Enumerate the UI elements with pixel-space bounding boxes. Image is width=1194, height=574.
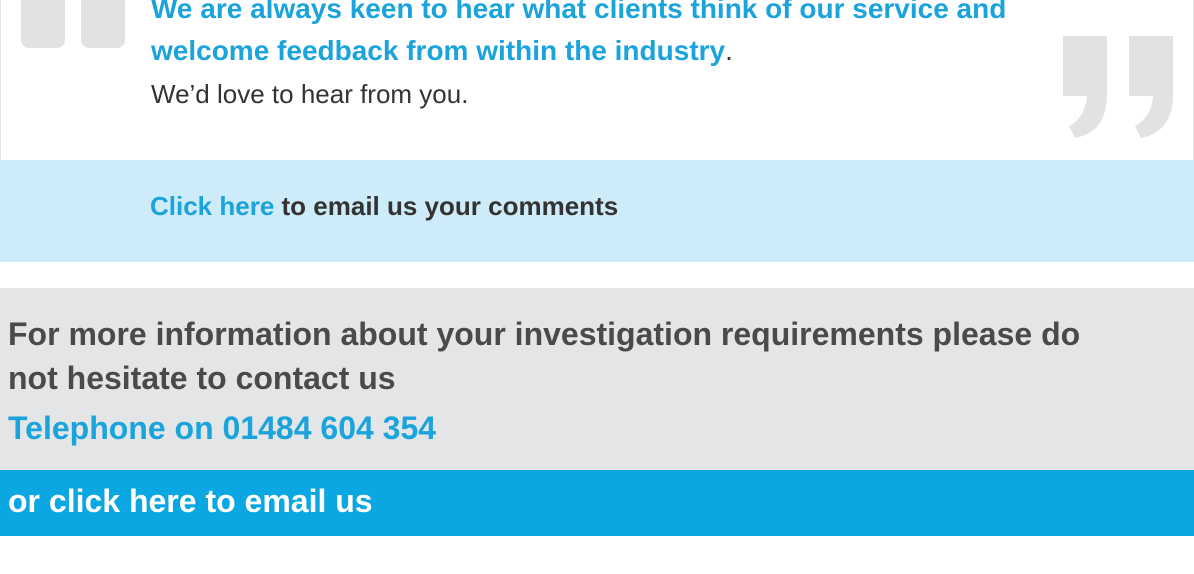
telephone-link[interactable]: Telephone on 01484 604 354	[8, 406, 436, 450]
email-us-link[interactable]: or click here to email us	[8, 479, 373, 523]
feedback-sub-text: We’d love to hear from you.	[151, 79, 469, 109]
comments-line: Click here to email us your comments	[150, 188, 618, 224]
page: We are always keen to hear what clients …	[0, 0, 1194, 574]
close-quote-icon	[1063, 36, 1175, 140]
close-quote-svg	[1063, 36, 1173, 138]
contact-info-text: For more information about your investig…	[8, 316, 1081, 396]
open-quote-icon	[21, 0, 131, 56]
comments-rest-text: to email us your comments	[274, 191, 619, 221]
close-quote-mark-right	[1129, 36, 1173, 138]
feedback-lead-punct: .	[725, 35, 733, 66]
feedback-lead-text: We are always keen to hear what clients …	[151, 0, 1111, 72]
close-quote-mark-left	[1063, 36, 1107, 138]
click-here-link[interactable]: Click here	[150, 191, 274, 221]
feedback-panel: We are always keen to hear what clients …	[0, 0, 1194, 160]
feedback-lead-main: We are always keen to hear what clients …	[151, 0, 1007, 66]
open-quote-mark-left	[21, 0, 65, 48]
open-quote-mark-right	[81, 0, 125, 48]
